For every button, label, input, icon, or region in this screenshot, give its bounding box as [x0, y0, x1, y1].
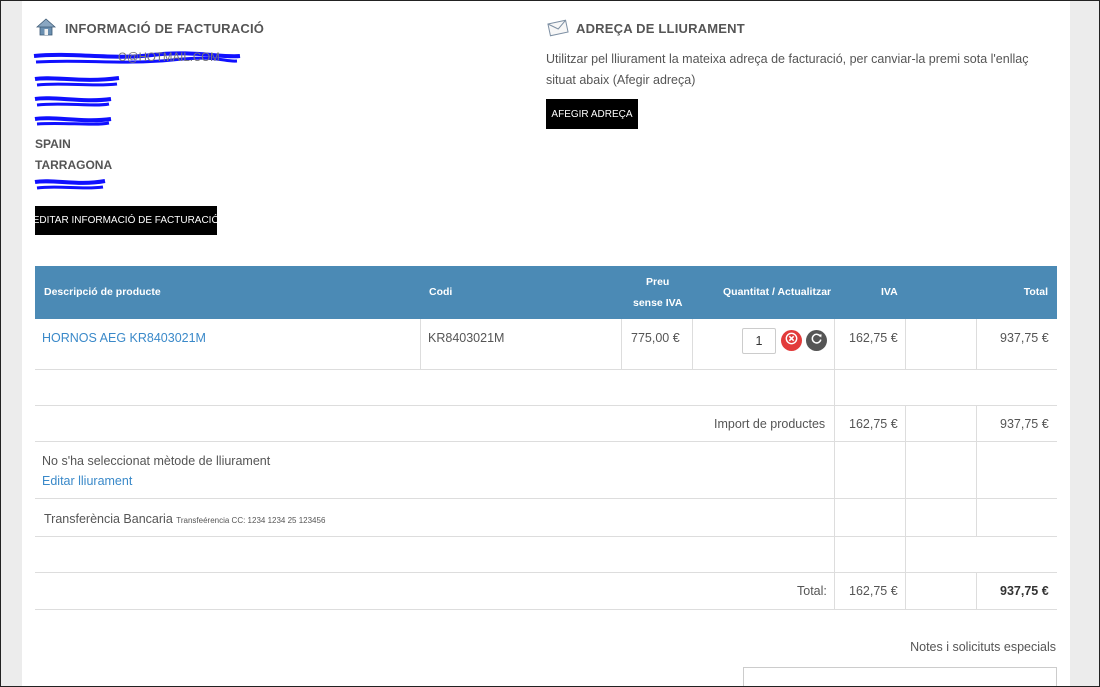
shipping-title: ADREÇA DE LLIURAMENT: [576, 21, 745, 36]
close-icon: [785, 332, 798, 350]
divider: [905, 319, 906, 370]
divider: [905, 405, 906, 610]
redacted-address-1: [34, 76, 120, 87]
shipping-method-text: No s'ha seleccionat mètode de lliurament: [42, 454, 271, 468]
col-quantity: Quantitat / Actualitzar: [723, 286, 832, 298]
grand-total-label: Total:: [797, 584, 827, 598]
col-price-line1: Preu: [646, 276, 670, 288]
col-price-line2: sense IVA: [633, 297, 683, 309]
shipping-description: Utilitzar pel lliurament la mateixa adre…: [546, 52, 1029, 87]
refresh-icon: [810, 332, 823, 350]
col-vat: IVA: [881, 286, 898, 298]
row-divider: [35, 609, 1057, 610]
payment-detail: Transfeérencia CC: 1234 1234 25 123456: [176, 516, 326, 525]
row-divider: [35, 405, 1057, 406]
home-icon: [35, 17, 57, 42]
redacted-phone: [34, 179, 106, 190]
remove-item-button[interactable]: [781, 330, 802, 351]
product-name-link[interactable]: HORNOS AEG KR8403021M: [42, 331, 206, 345]
row-divider: [35, 441, 1057, 442]
product-vat: 162,75 €: [849, 331, 898, 345]
product-code: KR8403021M: [428, 331, 505, 345]
notes-textarea[interactable]: [743, 667, 1057, 687]
row-divider: [35, 572, 1057, 573]
update-item-button[interactable]: [806, 330, 827, 351]
grand-total-vat: 162,75 €: [849, 584, 898, 598]
envelope-icon: [547, 19, 569, 42]
products-import-total: 937,75 €: [1000, 417, 1049, 431]
divider: [834, 319, 835, 610]
products-import-label: Import de productes: [714, 417, 826, 431]
product-price: 775,00 €: [631, 331, 680, 345]
quantity-input[interactable]: 1: [742, 328, 776, 354]
redacted-address-2: [34, 96, 112, 107]
divider: [420, 319, 421, 370]
billing-province: TARRAGONA: [35, 158, 113, 172]
products-import-vat: 162,75 €: [849, 417, 898, 431]
edit-shipping-link[interactable]: Editar lliurament: [42, 474, 132, 488]
divider: [621, 319, 622, 370]
cart-table-header: Descripció de producte Codi Preu sense I…: [35, 266, 1057, 319]
row-divider: [35, 498, 1057, 499]
divider: [692, 319, 693, 370]
row-divider: [35, 536, 1057, 537]
billing-country: SPAIN: [35, 137, 71, 151]
divider: [976, 405, 977, 536]
col-total: Total: [1023, 286, 1048, 298]
payment-method-label: Transferència Bancaria: [44, 512, 173, 526]
grand-total-value: 937,75 €: [1000, 584, 1049, 598]
payment-name: Transferència Bancaria Transfeérencia CC…: [44, 512, 325, 526]
edit-billing-button[interactable]: EDITAR INFORMACIÓ DE FACTURACIÓ: [33, 206, 219, 235]
col-description: Descripció de producte: [44, 286, 161, 298]
row-divider: [35, 369, 1057, 370]
notes-label: Notes i solicituts especials: [910, 640, 1056, 654]
billing-title: INFORMACIÓ DE FACTURACIÓ: [65, 21, 265, 36]
product-total: 937,75 €: [1000, 331, 1049, 345]
divider: [976, 572, 977, 610]
divider: [976, 319, 977, 370]
add-address-button[interactable]: AFEGIR ADREÇA: [546, 99, 638, 129]
billing-email: O@HOTMAIL.COM: [118, 52, 220, 64]
redacted-postcode: [34, 116, 112, 126]
col-code: Codi: [429, 286, 453, 298]
